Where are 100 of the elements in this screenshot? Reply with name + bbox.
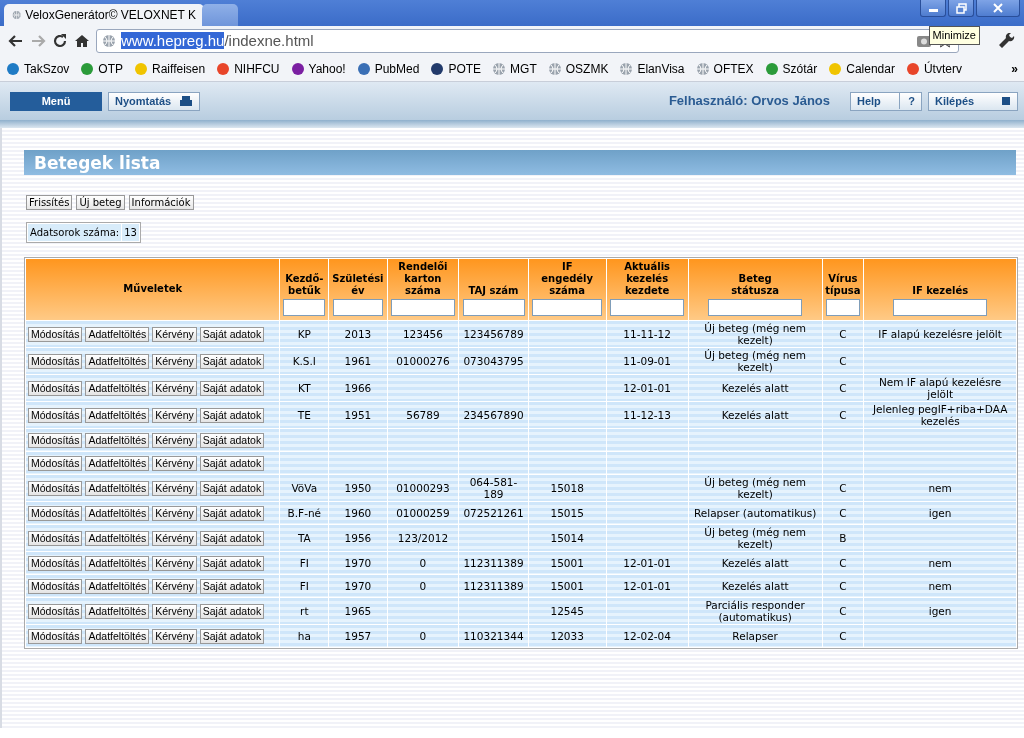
row-button[interactable]: Módosítás bbox=[28, 505, 83, 521]
table-cell: KT bbox=[280, 375, 329, 401]
more-bookmarks[interactable]: » bbox=[1011, 59, 1018, 78]
row-button[interactable]: Módosítás bbox=[28, 603, 83, 619]
row-button[interactable]: Saját adatok bbox=[199, 407, 265, 423]
row-button[interactable]: Módosítás bbox=[28, 578, 83, 594]
bookmark[interactable]: OSZMK bbox=[547, 59, 609, 78]
row-button[interactable]: Kérvény bbox=[152, 353, 197, 369]
logout-button[interactable]: Kilépés bbox=[928, 91, 1018, 111]
row-button[interactable]: Módosítás bbox=[28, 555, 83, 571]
row-button[interactable]: Módosítás bbox=[28, 380, 83, 396]
bookmark[interactable]: Calendar bbox=[828, 59, 895, 78]
help-button[interactable]: Help ? bbox=[850, 91, 922, 111]
table-cell: C bbox=[822, 625, 864, 647]
forward-icon[interactable] bbox=[30, 33, 46, 49]
minimize-button[interactable] bbox=[920, 0, 946, 17]
filter-field[interactable] bbox=[332, 299, 383, 316]
wrench-icon[interactable] bbox=[999, 32, 1016, 50]
row-button[interactable]: Kérvény bbox=[152, 380, 197, 396]
row-button[interactable]: Kérvény bbox=[152, 455, 197, 471]
bookmark[interactable]: Raiffeisen bbox=[134, 59, 206, 78]
browser-tab[interactable]: VeloxGenerátor© VELOXNET K bbox=[4, 4, 204, 26]
row-button[interactable]: Saját adatok bbox=[199, 505, 265, 521]
row-button[interactable]: Kérvény bbox=[152, 432, 197, 448]
row-button[interactable]: Saját adatok bbox=[199, 578, 265, 594]
row-button[interactable]: Adatfeltöltés bbox=[85, 380, 150, 396]
row-button[interactable]: Saját adatok bbox=[199, 480, 265, 496]
row-button[interactable]: Saját adatok bbox=[199, 530, 265, 546]
row-button[interactable]: Módosítás bbox=[28, 628, 83, 644]
row-button[interactable]: Saját adatok bbox=[199, 455, 265, 471]
filter-field[interactable] bbox=[390, 299, 455, 316]
row-button[interactable]: Kérvény bbox=[152, 603, 197, 619]
back-icon[interactable] bbox=[8, 33, 24, 49]
row-button[interactable]: Kérvény bbox=[152, 480, 197, 496]
menu-button[interactable]: Menü bbox=[10, 91, 102, 111]
row-button[interactable]: Saját adatok bbox=[199, 380, 265, 396]
row-button[interactable]: Adatfeltöltés bbox=[85, 432, 150, 448]
toolbar-button[interactable]: Frissítés bbox=[26, 195, 73, 210]
row-button[interactable]: Kérvény bbox=[152, 505, 197, 521]
page-action-icon[interactable] bbox=[916, 33, 932, 49]
filter-field[interactable] bbox=[825, 299, 860, 316]
row-button[interactable]: Saját adatok bbox=[199, 353, 265, 369]
filter-field[interactable] bbox=[708, 299, 803, 316]
row-button[interactable]: Adatfeltöltés bbox=[85, 505, 150, 521]
close-button[interactable] bbox=[976, 0, 1020, 17]
bookmark[interactable]: TakSzov bbox=[6, 59, 70, 78]
row-button[interactable]: Kérvény bbox=[152, 555, 197, 571]
filter-field[interactable] bbox=[283, 299, 326, 316]
bookmark[interactable]: OTP bbox=[80, 59, 124, 78]
row-button[interactable]: Saját adatok bbox=[199, 628, 265, 644]
bookmark[interactable]: Szótár bbox=[764, 59, 818, 78]
filter-field[interactable] bbox=[893, 299, 988, 316]
table-cell: Relapser bbox=[688, 625, 822, 647]
row-button[interactable]: Adatfeltöltés bbox=[85, 407, 150, 423]
row-button[interactable]: Adatfeltöltés bbox=[85, 603, 150, 619]
filter-field[interactable] bbox=[462, 299, 525, 316]
table-cell: TA bbox=[280, 525, 329, 551]
bookmark[interactable]: MGT bbox=[492, 59, 537, 78]
row-button[interactable]: Kérvény bbox=[152, 578, 197, 594]
row-button[interactable]: Adatfeltöltés bbox=[85, 326, 150, 342]
column-header: Műveletek bbox=[26, 259, 280, 320]
bookmark[interactable]: OFTEX bbox=[695, 59, 754, 78]
row-button[interactable]: Adatfeltöltés bbox=[85, 555, 150, 571]
filter-field[interactable] bbox=[532, 299, 603, 316]
toolbar-button[interactable]: Új beteg bbox=[76, 195, 125, 210]
bookmark[interactable]: POTE bbox=[430, 59, 482, 78]
row-button[interactable]: Saját adatok bbox=[199, 326, 265, 342]
bookmark[interactable]: Yahoo! bbox=[290, 59, 346, 78]
row-button[interactable]: Kérvény bbox=[152, 407, 197, 423]
table-cell: igen bbox=[864, 598, 1016, 624]
bookmark-icon bbox=[80, 61, 95, 76]
row-button[interactable]: Saját adatok bbox=[199, 432, 265, 448]
reload-icon[interactable] bbox=[52, 33, 68, 49]
row-button[interactable]: Adatfeltöltés bbox=[85, 628, 150, 644]
row-button[interactable]: Adatfeltöltés bbox=[85, 480, 150, 496]
bookmark[interactable]: PubMed bbox=[356, 59, 420, 78]
row-button[interactable]: Kérvény bbox=[152, 628, 197, 644]
bookmark[interactable]: NIHFCU bbox=[216, 59, 280, 78]
bookmark[interactable]: ElanVisa bbox=[619, 59, 685, 78]
row-button[interactable]: Kérvény bbox=[152, 326, 197, 342]
row-button[interactable]: Adatfeltöltés bbox=[85, 578, 150, 594]
print-button[interactable]: Nyomtatás bbox=[108, 91, 201, 111]
row-button[interactable]: Módosítás bbox=[28, 353, 83, 369]
row-button[interactable]: Módosítás bbox=[28, 407, 83, 423]
row-button[interactable]: Módosítás bbox=[28, 432, 83, 448]
row-button[interactable]: Módosítás bbox=[28, 480, 83, 496]
row-button[interactable]: Adatfeltöltés bbox=[85, 530, 150, 546]
row-button[interactable]: Adatfeltöltés bbox=[85, 353, 150, 369]
row-button[interactable]: Módosítás bbox=[28, 530, 83, 546]
row-button[interactable]: Módosítás bbox=[28, 455, 83, 471]
row-button[interactable]: Adatfeltöltés bbox=[85, 455, 150, 471]
home-icon[interactable] bbox=[74, 33, 90, 49]
row-button[interactable]: Módosítás bbox=[28, 326, 83, 342]
toolbar-button[interactable]: Információk bbox=[128, 195, 194, 210]
restore-button[interactable] bbox=[948, 0, 974, 17]
bookmark[interactable]: Útvterv bbox=[905, 59, 962, 78]
row-button[interactable]: Saját adatok bbox=[199, 555, 265, 571]
filter-field[interactable] bbox=[610, 299, 685, 316]
row-button[interactable]: Kérvény bbox=[152, 530, 197, 546]
row-button[interactable]: Saját adatok bbox=[199, 603, 265, 619]
